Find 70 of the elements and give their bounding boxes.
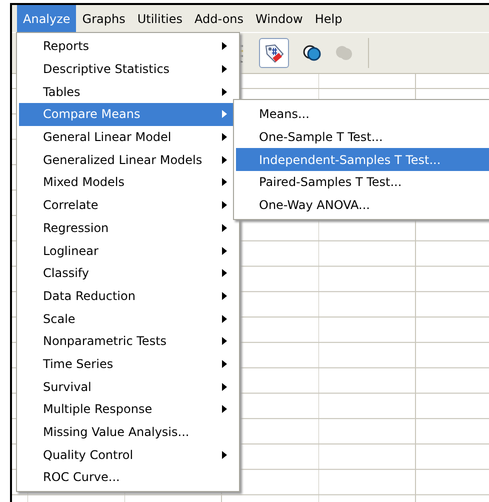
menu-item-label: Nonparametric Tests bbox=[43, 334, 168, 348]
submenu-arrow-icon bbox=[222, 382, 227, 391]
menu-item[interactable]: Mixed Models bbox=[19, 171, 237, 194]
menu-item-label: Multiple Response bbox=[43, 402, 154, 416]
menu-item[interactable]: Classify bbox=[19, 262, 237, 285]
menu-item-label: General Linear Model bbox=[43, 130, 172, 144]
submenu-arrow-icon bbox=[222, 156, 227, 164]
menu-item[interactable]: Correlate bbox=[19, 194, 237, 216]
value-labels-button[interactable] bbox=[259, 38, 289, 68]
menu-bar-item[interactable]: Add-ons bbox=[188, 5, 250, 32]
menu-item-label: Quality Control bbox=[43, 448, 134, 462]
menu-item-label: Scale bbox=[43, 312, 76, 326]
menu-bar-item[interactable]: Analyze bbox=[17, 5, 76, 32]
menu-item[interactable]: General Linear Model bbox=[19, 126, 237, 148]
menu-item[interactable]: Independent-Samples T Test... bbox=[236, 148, 489, 172]
submenu-arrow-icon bbox=[222, 224, 227, 232]
menu-item[interactable]: Regression bbox=[19, 216, 237, 240]
menu-item[interactable]: Tables bbox=[19, 80, 237, 104]
menu-item-label: Descriptive Statistics bbox=[43, 62, 171, 76]
menu-item[interactable]: Data Reduction bbox=[19, 284, 237, 308]
menu-item[interactable]: Missing Value Analysis... bbox=[19, 420, 237, 444]
menu-item[interactable]: Multiple Response bbox=[19, 398, 237, 421]
menu-bar-item[interactable]: Graphs bbox=[76, 5, 132, 32]
menu-item-label: Time Series bbox=[43, 356, 114, 371]
submenu-arrow-icon bbox=[222, 88, 227, 96]
submenu-arrow-icon bbox=[222, 337, 227, 346]
menu-item-label: Generalized Linear Models bbox=[43, 152, 204, 167]
menu-item[interactable]: ROC Curve... bbox=[19, 466, 237, 489]
submenu-arrow-icon bbox=[222, 65, 227, 74]
menu-bar-item[interactable]: Window bbox=[250, 5, 309, 32]
submenu-arrow-icon bbox=[222, 201, 227, 210]
menu-item-label: Reports bbox=[43, 39, 90, 54]
menu-bar-item[interactable]: Help bbox=[308, 5, 348, 32]
menu-item[interactable]: Paired-Samples T Test... bbox=[236, 171, 489, 194]
menu-item[interactable]: Means... bbox=[236, 103, 489, 126]
submenu-arrow-icon bbox=[222, 110, 227, 118]
menu-item-label: Loglinear bbox=[43, 244, 100, 258]
menu-item-label: Tables bbox=[43, 84, 82, 99]
menu-item[interactable]: Generalized Linear Models bbox=[19, 148, 237, 172]
submenu-arrow-icon bbox=[222, 314, 227, 323]
submenu-arrow-icon bbox=[222, 292, 227, 300]
submenu-arrow-icon bbox=[222, 405, 227, 414]
menu-item-label: Data Reduction bbox=[43, 288, 136, 303]
menu-item-label: Mixed Models bbox=[43, 175, 126, 190]
menu-item-label: Regression bbox=[43, 220, 110, 235]
menu-item-label: Correlate bbox=[43, 198, 100, 212]
menu-item-label: ROC Curve... bbox=[43, 470, 121, 484]
menu-item[interactable]: Quality Control bbox=[19, 443, 237, 466]
submenu-arrow-icon bbox=[222, 178, 227, 186]
menu-bar-item[interactable]: Utilities bbox=[131, 5, 189, 32]
submenu-arrow-icon bbox=[222, 269, 227, 278]
menu-item[interactable]: Time Series bbox=[19, 352, 237, 376]
submenu-arrow-icon bbox=[222, 133, 227, 142]
submenu-arrow-icon bbox=[222, 246, 227, 255]
menu-item-label: Missing Value Analysis... bbox=[43, 425, 190, 440]
menu-item[interactable]: Survival bbox=[19, 375, 237, 398]
menu-item[interactable]: Reports bbox=[19, 35, 237, 58]
submenu-arrow-icon bbox=[222, 450, 227, 459]
menu-item-label: Compare Means bbox=[43, 107, 142, 122]
menu-item[interactable]: One-Way ANOVA... bbox=[236, 194, 489, 216]
menu-item-label: Survival bbox=[43, 380, 92, 394]
menu-item-label: Classify bbox=[43, 266, 90, 280]
tag-icon bbox=[263, 42, 285, 64]
submenu-arrow-icon bbox=[222, 42, 227, 50]
menu-item[interactable]: Loglinear bbox=[19, 239, 237, 262]
menu-item[interactable]: Scale bbox=[19, 307, 237, 330]
submenu-arrow-icon bbox=[222, 360, 227, 368]
menu-item[interactable]: Descriptive Statistics bbox=[19, 58, 237, 80]
menu-item[interactable]: One-Sample T Test... bbox=[236, 126, 489, 148]
menu-item[interactable]: Nonparametric Tests bbox=[19, 330, 237, 353]
